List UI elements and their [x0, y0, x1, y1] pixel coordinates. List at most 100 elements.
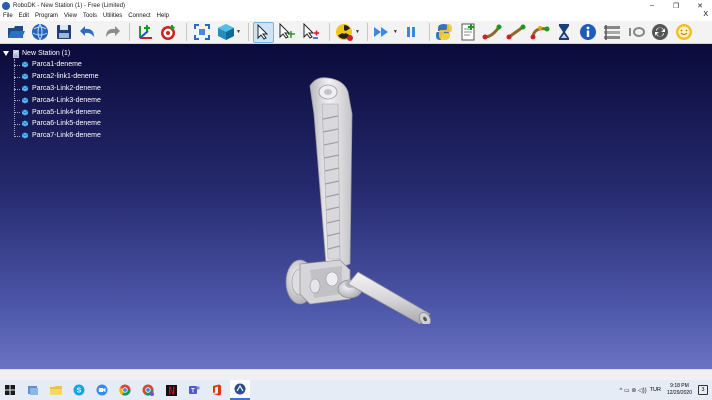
svg-text:T: T [191, 388, 195, 394]
station-tree: New Station (1) Parca1-deneme Parca2-lin… [3, 48, 101, 142]
teams-icon[interactable]: T [184, 380, 204, 400]
move-circular-icon[interactable] [530, 22, 551, 43]
info-icon[interactable] [578, 22, 599, 43]
tree-item-parca5[interactable]: Parca5-Link4-deneme [14, 106, 101, 118]
pause-icon[interactable] [401, 22, 422, 43]
toolbar: ▼ ▼ ▼ [0, 21, 712, 44]
zoom-icon[interactable] [92, 380, 112, 400]
menu-view[interactable]: View [64, 13, 77, 19]
undo-icon[interactable] [77, 22, 98, 43]
toolbar-separator [428, 23, 430, 41]
station-icon [13, 49, 19, 58]
toolbar-separator [247, 23, 249, 41]
tree-item-parca7[interactable]: Parca7-Link6-deneme [14, 130, 101, 142]
chevron-down-icon[interactable]: ▼ [355, 29, 360, 35]
svg-text:S: S [77, 388, 82, 395]
fit-all-icon[interactable] [191, 22, 212, 43]
tree-item-parca3[interactable]: Parca3-Link2-deneme [14, 83, 101, 95]
collision-check-icon[interactable] [334, 22, 355, 43]
close-button[interactable]: ✕ [688, 0, 712, 11]
part-icon [21, 61, 29, 68]
status-bar [0, 369, 712, 380]
toolbar-separator [129, 23, 130, 41]
folder-icon[interactable] [46, 380, 66, 400]
move-reference-icon[interactable] [277, 22, 298, 43]
part-icon [21, 109, 29, 116]
isometric-view-icon[interactable] [215, 22, 236, 43]
move-joint-icon[interactable] [482, 22, 503, 43]
window-title: RoboDK - New Station (1) - Free (Limited… [13, 2, 126, 9]
open-icon[interactable] [5, 22, 26, 43]
part-icon [21, 120, 29, 127]
menu-file[interactable]: File [3, 13, 13, 19]
tree-item-label: Parca6-Link5-deneme [32, 120, 101, 128]
menu-connect[interactable]: Connect [128, 13, 150, 19]
netflix-icon[interactable] [161, 380, 181, 400]
part-icon [21, 132, 29, 139]
io-icon[interactable] [626, 22, 647, 43]
chrome-profile-icon[interactable] [138, 380, 158, 400]
redo-icon[interactable] [101, 22, 122, 43]
add-program-icon[interactable] [458, 22, 479, 43]
robodk-app-icon [2, 1, 10, 10]
3d-viewport[interactable]: New Station (1) Parca1-deneme Parca2-lin… [0, 44, 712, 369]
clock[interactable]: 9:18 PM 12/29/2020 [667, 383, 692, 397]
tray-icons[interactable]: ^ ▭ ⊚ ◁)) [620, 387, 647, 394]
minimize-button[interactable]: – [640, 0, 664, 11]
chrome-icon[interactable] [115, 380, 135, 400]
select-cursor-icon[interactable] [252, 21, 274, 43]
tree-root-label: New Station (1) [22, 50, 71, 57]
chevron-down-icon[interactable]: ▼ [236, 29, 241, 35]
tree-item-label: Parca4-Link3-deneme [32, 96, 101, 104]
file-explorer-icon[interactable] [23, 380, 43, 400]
tree-root[interactable]: New Station (1) [3, 48, 101, 59]
windows-start-icon[interactable] [0, 380, 20, 400]
chevron-down-icon[interactable]: ▼ [393, 29, 398, 35]
restore-button[interactable]: ❐ [664, 0, 688, 11]
language-indicator[interactable]: TUR [650, 387, 661, 393]
tree-item-parca4[interactable]: Parca4-Link3-deneme [14, 94, 101, 106]
part-icon [21, 73, 29, 80]
menu-help[interactable]: Help [157, 13, 169, 19]
add-reference-frame-icon[interactable] [134, 22, 155, 43]
add-target-icon[interactable] [158, 22, 179, 43]
save-icon[interactable] [53, 22, 74, 43]
menu-utilities[interactable]: Utilities [103, 13, 122, 19]
fast-forward-icon[interactable] [372, 22, 393, 43]
clock-time: 9:18 PM [670, 383, 689, 389]
title-bar: RoboDK - New Station (1) - Free (Limited… [0, 0, 712, 11]
document-close-button[interactable]: X [703, 11, 708, 18]
python-icon[interactable] [434, 22, 455, 43]
move-tool-icon[interactable] [301, 22, 322, 43]
menu-edit[interactable]: Edit [19, 13, 29, 19]
refresh-icon[interactable] [650, 22, 671, 43]
robodk-icon[interactable] [230, 380, 250, 400]
menu-bar: File Edit Program View Tools Utilities C… [0, 11, 712, 21]
part-icon [21, 97, 29, 104]
skype-icon[interactable]: S [69, 380, 89, 400]
toolbar-separator [366, 23, 368, 41]
tree-item-parca6[interactable]: Parca6-Link5-deneme [14, 118, 101, 130]
expand-arrow-icon[interactable] [3, 51, 9, 56]
office-icon[interactable] [207, 380, 227, 400]
move-linear-icon[interactable] [506, 22, 527, 43]
windows-taskbar: S T ^ ▭ ⊚ ◁)) TUR 9:18 PM 12/29/2020 3 [0, 380, 712, 400]
menu-program[interactable]: Program [35, 13, 58, 19]
tree-item-label: Parca7-Link6-deneme [32, 132, 101, 140]
tree-item-parca1[interactable]: Parca1-deneme [14, 59, 101, 71]
toolbar-separator [186, 23, 187, 41]
menu-tools[interactable]: Tools [83, 13, 97, 19]
clock-date: 12/29/2020 [666, 390, 692, 396]
program-call-icon[interactable] [602, 22, 623, 43]
web-library-icon[interactable] [29, 22, 50, 43]
tree-item-parca2[interactable]: Parca2-link1-deneme [14, 71, 101, 83]
system-tray: ^ ▭ ⊚ ◁)) TUR 9:18 PM 12/29/2020 3 [620, 380, 712, 400]
wait-icon[interactable] [554, 22, 575, 43]
settings-robot-icon[interactable] [674, 22, 695, 43]
tree-item-label: Parca1-deneme [32, 61, 82, 69]
tree-children: Parca1-deneme Parca2-link1-deneme Parca3… [14, 59, 101, 142]
part-icon [21, 85, 29, 92]
robot-arm-model[interactable] [270, 74, 440, 324]
notification-center-icon[interactable]: 3 [698, 385, 708, 395]
tree-item-label: Parca3-Link2-deneme [32, 84, 101, 92]
